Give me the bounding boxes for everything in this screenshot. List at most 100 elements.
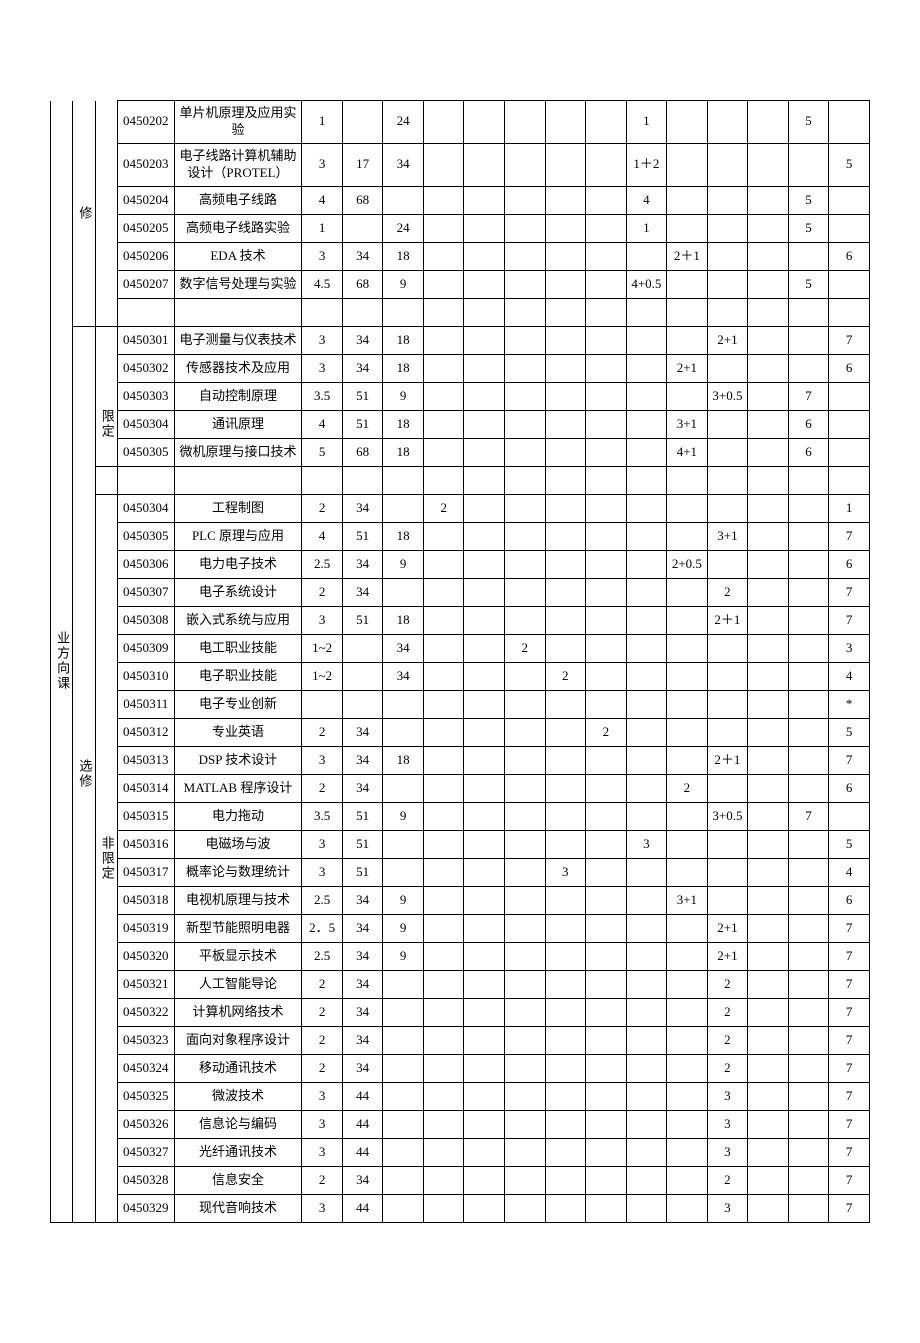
- cell-c9: [464, 143, 505, 186]
- blank-cell: [829, 466, 870, 494]
- cell-c13: [626, 1194, 667, 1222]
- sub-blank: [95, 1194, 117, 1222]
- cell-c12: [586, 774, 627, 802]
- course-code: 0450329: [117, 1194, 174, 1222]
- cell-c9: [464, 746, 505, 774]
- cell-c12: [586, 354, 627, 382]
- cell-c17: 7: [788, 802, 829, 830]
- sub-blank: [95, 690, 117, 718]
- course-name: 现代音响技术: [174, 1194, 302, 1222]
- cell-c14: [667, 970, 708, 998]
- cell-c5: 2: [302, 718, 343, 746]
- cell-c15: 2＋1: [707, 746, 748, 774]
- cell-c12: [586, 746, 627, 774]
- course-code: 0450308: [117, 606, 174, 634]
- cell-c6: [342, 101, 383, 144]
- cell-c16: [748, 214, 789, 242]
- cell-c18: 6: [829, 774, 870, 802]
- cell-c12: [586, 382, 627, 410]
- cell-c15: 3: [707, 1138, 748, 1166]
- cell-c16: [748, 746, 789, 774]
- cell-c15: 3: [707, 1194, 748, 1222]
- cell-c8: [423, 1026, 464, 1054]
- course-name: 电力拖动: [174, 802, 302, 830]
- cell-c7: 18: [383, 746, 424, 774]
- cell-c15: [707, 270, 748, 298]
- cell-c11: [545, 1110, 586, 1138]
- cell-c7: 9: [383, 886, 424, 914]
- cell-c14: [667, 634, 708, 662]
- cell-c9: [464, 1194, 505, 1222]
- cell-c14: [667, 101, 708, 144]
- cell-c18: 7: [829, 1138, 870, 1166]
- course-code: 0450311: [117, 690, 174, 718]
- cell-c14: [667, 1082, 708, 1110]
- cell-c7: [383, 1194, 424, 1222]
- cell-c13: [626, 438, 667, 466]
- cell-c13: [626, 410, 667, 438]
- cell-c9: [464, 354, 505, 382]
- cell-c10: [505, 774, 546, 802]
- cell-c11: 3: [545, 858, 586, 886]
- sub-blank: [95, 774, 117, 802]
- cell-c15: 3+0.5: [707, 382, 748, 410]
- cell-c17: 6: [788, 438, 829, 466]
- cell-c8: [423, 606, 464, 634]
- cell-c8: [423, 578, 464, 606]
- cell-c14: [667, 914, 708, 942]
- cell-c16: [748, 242, 789, 270]
- cell-c18: [829, 382, 870, 410]
- cell-c15: [707, 886, 748, 914]
- cell-c5: 3.5: [302, 382, 343, 410]
- sub-blank: [95, 494, 117, 522]
- cell-c6: [342, 634, 383, 662]
- cell-c11: [545, 746, 586, 774]
- cell-c5: 3: [302, 143, 343, 186]
- cell-c7: 18: [383, 438, 424, 466]
- cell-c16: [748, 774, 789, 802]
- cell-c9: [464, 186, 505, 214]
- course-name: 平板显示技术: [174, 942, 302, 970]
- sub-blank: [95, 942, 117, 970]
- sub-limited: 限定: [95, 382, 117, 466]
- cell-c14: [667, 1110, 708, 1138]
- cell-c7: [383, 970, 424, 998]
- blank-cell: [302, 298, 343, 326]
- cell-c17: [788, 550, 829, 578]
- type-elective: 选修: [73, 326, 95, 1222]
- cell-c8: [423, 970, 464, 998]
- cell-c13: [626, 970, 667, 998]
- course-code: 0450305: [117, 522, 174, 550]
- cell-c16: [748, 634, 789, 662]
- blank-cell: [586, 298, 627, 326]
- cell-c10: [505, 662, 546, 690]
- cell-c5: 1: [302, 101, 343, 144]
- course-name: 嵌入式系统与应用: [174, 606, 302, 634]
- cell-c13: [626, 690, 667, 718]
- course-name: 信息论与编码: [174, 1110, 302, 1138]
- cell-c12: [586, 326, 627, 354]
- cell-c17: [788, 662, 829, 690]
- cell-c7: 24: [383, 101, 424, 144]
- course-name: 光纤通讯技术: [174, 1138, 302, 1166]
- cell-c18: [829, 214, 870, 242]
- cell-c14: [667, 746, 708, 774]
- cell-c11: [545, 1082, 586, 1110]
- course-name: 高频电子线路: [174, 186, 302, 214]
- cell-c9: [464, 522, 505, 550]
- cell-c7: 18: [383, 326, 424, 354]
- cell-c18: [829, 410, 870, 438]
- cell-c7: [383, 774, 424, 802]
- cell-c8: [423, 382, 464, 410]
- sub-blank: [95, 914, 117, 942]
- cell-c15: 2＋1: [707, 606, 748, 634]
- cell-c15: 2+1: [707, 914, 748, 942]
- category-cell: 业方向课: [51, 101, 73, 1223]
- cell-c5: 3: [302, 326, 343, 354]
- cell-c5: 2: [302, 998, 343, 1026]
- cell-c16: [748, 1054, 789, 1082]
- sub-blank: [95, 998, 117, 1026]
- sub-unlimited: 非限定: [95, 802, 117, 914]
- cell-c6: 51: [342, 830, 383, 858]
- cell-c17: [788, 1026, 829, 1054]
